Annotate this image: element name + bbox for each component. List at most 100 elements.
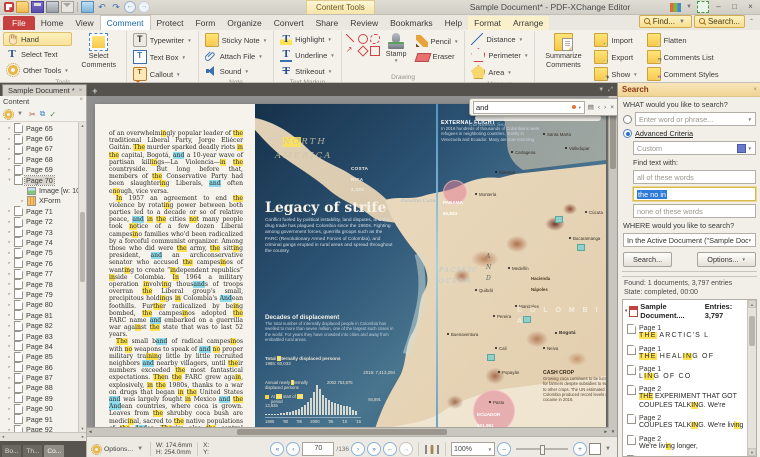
content-tree-row[interactable]: ▸ Page 85 (0, 351, 86, 362)
next-view-icon[interactable]: → (399, 442, 414, 456)
sound-button[interactable]: Sound ▼ (202, 64, 270, 78)
content-tree-row[interactable]: ▸ Page 89 (0, 393, 86, 404)
select-text-button[interactable]: T Select Text (3, 47, 72, 61)
panel-tab[interactable]: Th... (23, 444, 43, 457)
expander-icon[interactable]: ▸ (7, 375, 12, 381)
app-logo-icon[interactable] (4, 2, 14, 12)
expander-icon[interactable]: ▸ (7, 146, 12, 152)
content-tree-row[interactable]: ▸ Page 84 (0, 341, 86, 352)
text-box-button[interactable]: T Text Box ▼ (130, 49, 195, 65)
other-tools-button[interactable]: Other Tools ▼ (3, 62, 72, 78)
content-tree-row[interactable]: ▸ Page 68 (0, 154, 86, 165)
zoom-out-icon[interactable]: – (497, 442, 512, 456)
criteria-preset-select[interactable]: Custom ▼ (633, 141, 756, 155)
scroll-right-icon[interactable]: ► (604, 428, 608, 436)
content-tree-row[interactable]: ▸ Page 87 (0, 372, 86, 383)
find-history-caret-icon[interactable]: ▼ (578, 105, 582, 110)
content-tree-row[interactable]: ▸ Page 71 (0, 206, 86, 217)
hand-tool-button[interactable]: Hand (3, 32, 72, 46)
select-comments-button[interactable]: Select Comments (75, 32, 123, 70)
document-view[interactable]: of an overwhelmingly popular leader of t… (87, 96, 617, 436)
arrow-tool-icon[interactable]: ↗ (346, 46, 354, 54)
content-tree-row[interactable]: ▸ Page 82 (0, 320, 86, 331)
content-tree-hscrollbar[interactable] (0, 432, 86, 441)
ribbon-tab[interactable]: Organize (221, 16, 268, 30)
area-button[interactable]: Area ▼ (468, 64, 531, 80)
ribbon-tab[interactable]: Share (310, 16, 345, 30)
search-result-item[interactable]: Page 2 We're living longer, (623, 433, 756, 453)
find-previous-icon[interactable]: ‹ (597, 104, 601, 111)
ribbon-tab[interactable]: Format (468, 16, 508, 30)
expander-icon[interactable]: ▸ (7, 354, 12, 360)
single-page-layout-button[interactable] (424, 444, 428, 454)
eraser-button[interactable]: Eraser (413, 49, 462, 63)
expander-icon[interactable]: ▸ (7, 395, 12, 401)
expander-icon[interactable]: ▸ (7, 239, 12, 245)
strikeout-button[interactable]: T Strikeout ▼ (277, 64, 338, 78)
redo-icon[interactable]: ↷ (110, 2, 122, 12)
close-panel-icon[interactable]: × (79, 97, 83, 106)
export-comments-button[interactable]: → Export (591, 49, 640, 65)
cut-icon[interactable]: ✂ (29, 110, 36, 119)
contextual-tab-content-tools[interactable]: Content Tools (306, 0, 375, 14)
expander-icon[interactable]: ▸ (7, 281, 12, 287)
typewriter-button[interactable]: T Typewriter ▼ (130, 32, 195, 48)
callout-button[interactable]: T Callout ▼ (130, 66, 195, 83)
search-result-item[interactable]: Page 1 THE ARCTIC'S L (623, 322, 756, 342)
expander-icon[interactable]: ▸ (7, 250, 12, 256)
search-result-item[interactable]: Page 2 COUPLES TALKING. We're living (623, 412, 756, 432)
scroll-up-icon[interactable]: ▲ (748, 300, 756, 309)
copy-icon[interactable]: ⧉ (40, 109, 46, 119)
scroll-left-icon[interactable]: ◄ (88, 428, 92, 436)
back-icon[interactable]: ← (124, 1, 136, 13)
flatten-comments-button[interactable]: Flatten (644, 32, 722, 48)
perimeter-button[interactable]: Perimeter ▼ (468, 47, 531, 63)
panel-tab[interactable]: Bo... (2, 444, 22, 457)
polygon-tool-icon[interactable] (357, 45, 369, 57)
none-words-input[interactable]: none of these words (633, 204, 756, 218)
where-select[interactable]: In the Active Document ("Sample Document… (623, 233, 756, 247)
panel-tab[interactable]: Co... (44, 444, 65, 457)
comments-list-button[interactable]: ≡ Comments List (644, 49, 722, 65)
content-tree-row[interactable]: ▸ Page 74 (0, 237, 86, 248)
tab-list-icon[interactable]: ▼ (598, 87, 604, 94)
content-tree-row[interactable]: ▸ Page 81 (0, 310, 86, 321)
import-comments-button[interactable]: ← Import (591, 32, 640, 48)
save-preset-icon[interactable] (736, 143, 746, 153)
expander-icon[interactable]: ▸ (7, 167, 12, 173)
attach-file-button[interactable]: Attach File ▼ (202, 49, 270, 63)
document-tab[interactable]: Sample Document * × (2, 84, 88, 96)
open-icon[interactable] (16, 1, 29, 13)
content-tree-row[interactable]: ▸ Page 83 (0, 331, 86, 341)
ribbon-tab[interactable]: File (3, 16, 35, 30)
zoom-select[interactable]: 100% ▼ (451, 442, 496, 456)
expander-icon[interactable]: ▸ (7, 271, 12, 277)
expander-icon[interactable]: ▸ (7, 156, 12, 162)
content-tree-row[interactable]: ▸ Page 75 (0, 247, 86, 258)
find-next-icon[interactable]: › (603, 104, 607, 111)
ribbon-tab[interactable]: Bookmarks (384, 16, 439, 30)
scrollbar-thumb[interactable] (749, 316, 755, 347)
fit-page-icon[interactable] (589, 443, 602, 455)
collapse-ribbon-icon[interactable]: ⌃ (747, 18, 756, 25)
zoom-slider-thumb[interactable] (540, 445, 546, 455)
scroll-down-icon[interactable]: ▼ (79, 425, 86, 432)
expander-icon[interactable]: ▸ (7, 323, 12, 329)
expander-icon[interactable]: ▸ (7, 125, 12, 131)
expander-icon[interactable]: ▸ (7, 291, 12, 297)
ribbon-tab[interactable]: Form (189, 16, 221, 30)
search-phrase-input[interactable]: Enter word or phrase... ▼ (635, 112, 756, 126)
expander-icon[interactable]: ▸ (7, 333, 12, 339)
expander-icon[interactable]: ▸ (7, 260, 12, 266)
zoom-slider[interactable] (516, 445, 569, 455)
options-caret-icon[interactable]: ▼ (135, 446, 145, 452)
print-icon[interactable] (46, 1, 59, 13)
expander-icon[interactable]: ▸ (7, 312, 12, 318)
scrollbar-thumb[interactable] (237, 429, 447, 435)
expander-icon[interactable]: ▸ (7, 208, 12, 214)
search-result-item[interactable]: Page 2 THE EXPERIMENT THAT GOT COUPLES T… (623, 383, 756, 412)
content-tree-row[interactable]: ▸ Page 92 (0, 424, 86, 432)
content-tree-row[interactable]: ▸ Page 77 (0, 268, 86, 279)
all-words-input[interactable]: all of these words (633, 170, 756, 184)
content-tree-row[interactable]: ▸ Page 78 (0, 279, 86, 290)
